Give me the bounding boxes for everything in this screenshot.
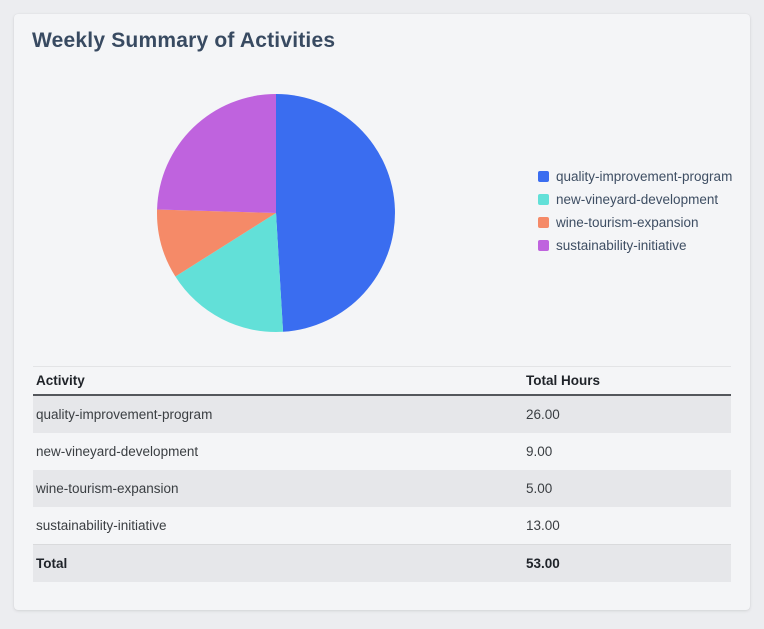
table-total-row: Total 53.00 bbox=[33, 544, 731, 582]
legend-item-wine-tourism-expansion[interactable]: wine-tourism-expansion bbox=[538, 211, 732, 234]
activity-cell: quality-improvement-program bbox=[36, 407, 213, 422]
legend-label: sustainability-initiative bbox=[556, 238, 687, 253]
table-row: quality-improvement-program 26.00 bbox=[33, 395, 731, 433]
legend-item-new-vineyard-development[interactable]: new-vineyard-development bbox=[538, 188, 732, 211]
total-hours-cell: 53.00 bbox=[523, 544, 731, 582]
hours-cell: 9.00 bbox=[526, 444, 553, 459]
pie-chart[interactable] bbox=[156, 93, 396, 333]
table-row: new-vineyard-development 9.00 bbox=[33, 433, 731, 470]
legend-label: quality-improvement-program bbox=[556, 169, 733, 184]
hours-cell: 26.00 bbox=[526, 407, 560, 422]
legend-label: new-vineyard-development bbox=[556, 192, 719, 207]
table-row: sustainability-initiative 13.00 bbox=[33, 507, 731, 545]
activity-cell: wine-tourism-expansion bbox=[36, 481, 179, 496]
legend-swatch-icon bbox=[538, 217, 549, 228]
activity-cell: new-vineyard-development bbox=[36, 444, 199, 459]
legend-swatch-icon bbox=[538, 171, 549, 182]
activity-cell: sustainability-initiative bbox=[36, 518, 167, 533]
pie-slice-quality-improvement-program[interactable] bbox=[276, 94, 395, 332]
legend-swatch-icon bbox=[538, 240, 549, 251]
legend-item-sustainability-initiative[interactable]: sustainability-initiative bbox=[538, 234, 732, 257]
activities-table: Activity Total Hours quality-improvement… bbox=[33, 366, 731, 582]
legend-swatch-icon bbox=[538, 194, 549, 205]
legend-label: wine-tourism-expansion bbox=[556, 215, 699, 230]
pie-slice-sustainability-initiative[interactable] bbox=[157, 94, 276, 213]
legend-item-quality-improvement-program[interactable]: quality-improvement-program bbox=[538, 165, 732, 188]
hours-cell: 5.00 bbox=[526, 481, 553, 496]
table-row: wine-tourism-expansion 5.00 bbox=[33, 470, 731, 507]
hours-cell: 13.00 bbox=[526, 518, 560, 533]
table-header-row: Activity Total Hours bbox=[33, 366, 731, 396]
column-header-total-hours: Total Hours bbox=[523, 366, 731, 396]
summary-card: Weekly Summary of Activities quality-imp… bbox=[14, 14, 750, 610]
total-label-cell: Total bbox=[33, 544, 523, 582]
chart-legend: quality-improvement-program new-vineyard… bbox=[538, 165, 732, 257]
column-header-activity: Activity bbox=[33, 366, 523, 396]
page-title: Weekly Summary of Activities bbox=[32, 29, 336, 52]
